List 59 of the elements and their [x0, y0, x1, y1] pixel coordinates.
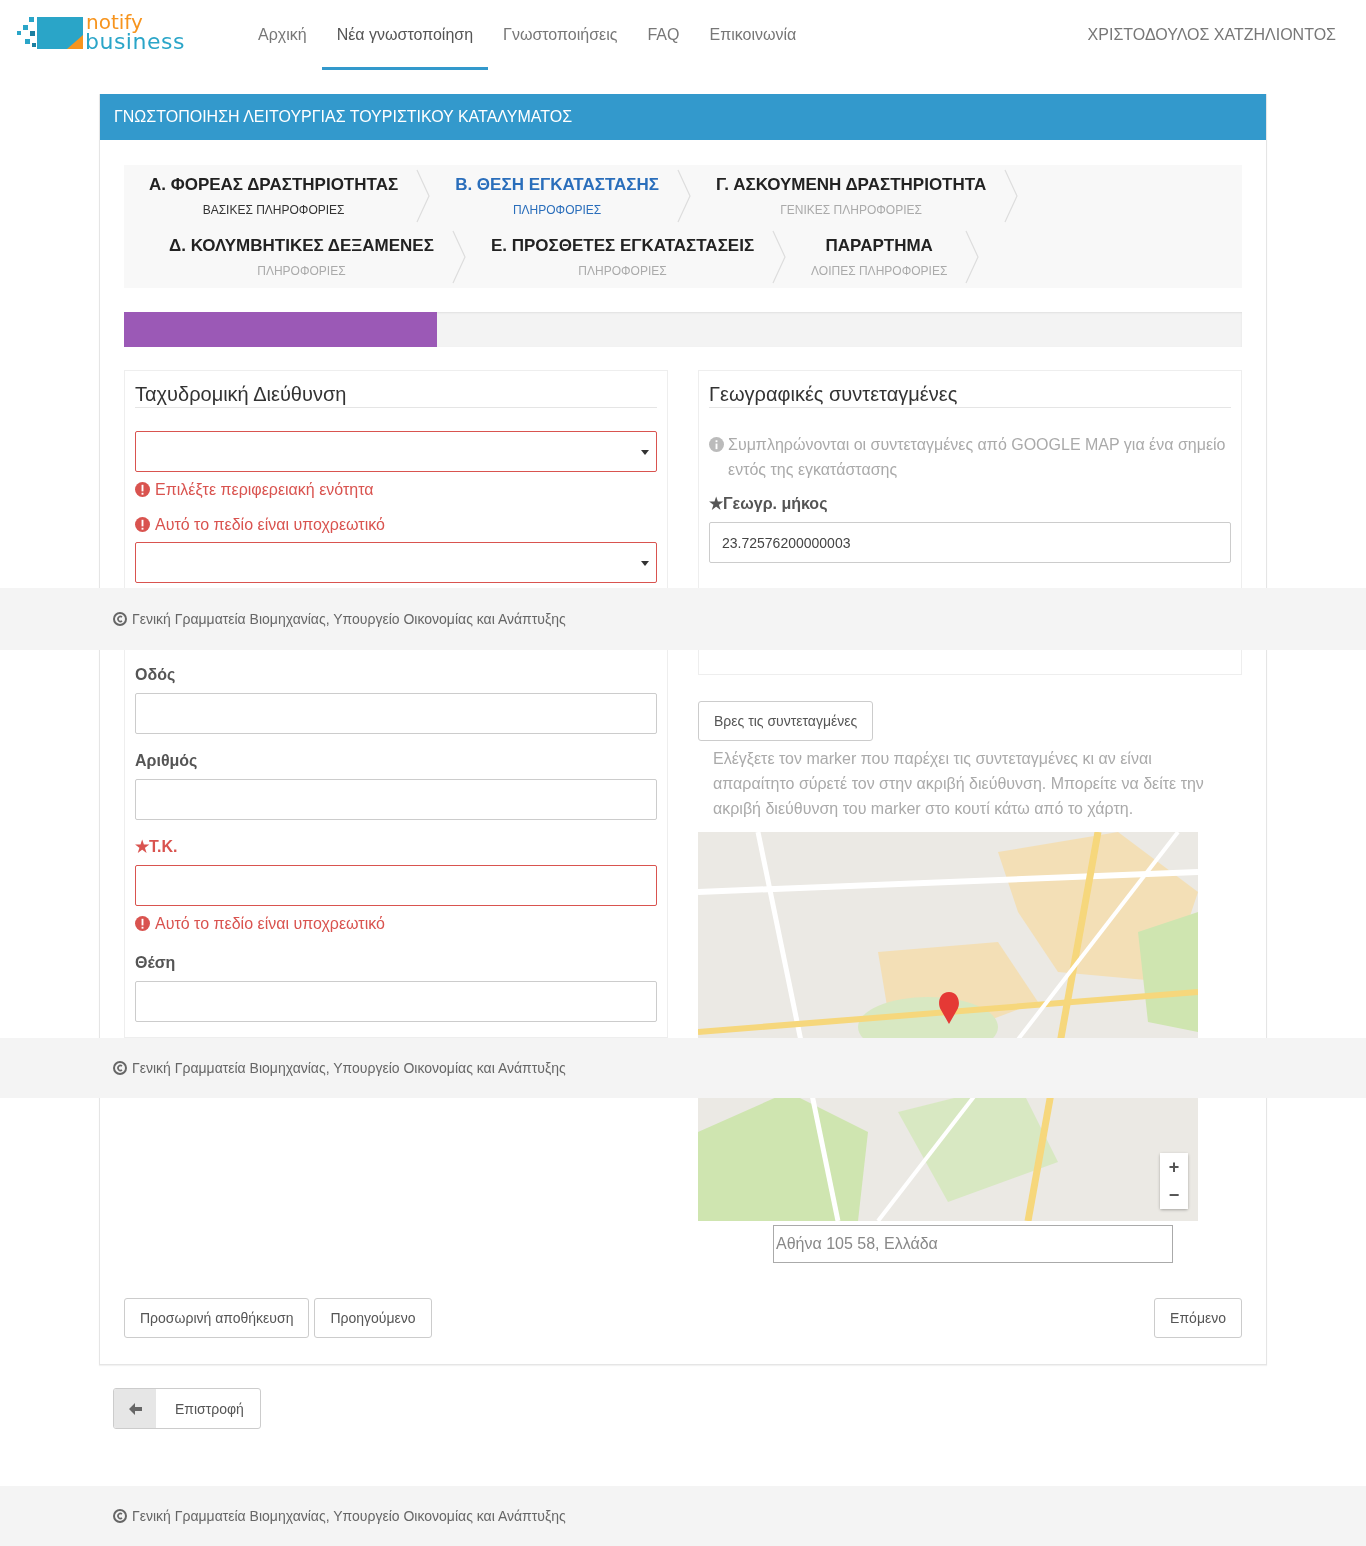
- action-button[interactable]: Προηγούμενο: [314, 1298, 432, 1338]
- nav-link[interactable]: Γνωστοποιήσεις: [488, 0, 633, 70]
- section-title: Ταχυδρομική Διεύθυνση: [135, 371, 657, 408]
- chevron-icon: [451, 229, 466, 284]
- step-tab[interactable]: ΠΑΡΑΡΤΗΜΑ ΛΟΙΠΕΣ ΠΛΗΡΟΦΟΡΙΕΣ: [786, 235, 966, 278]
- field-label: Αριθμός: [135, 751, 199, 771]
- chevron-icon: [416, 168, 431, 223]
- alert-icon: [135, 482, 150, 497]
- select-field[interactable]: [135, 431, 657, 472]
- zoom-in-button[interactable]: +: [1160, 1153, 1188, 1181]
- copyright-text: Γενική Γραμματεία Βιομηχανίας, Υπουργείο Οικονομίας και Ανάπτυξης: [132, 1508, 566, 1524]
- copyright-icon: [113, 1061, 127, 1075]
- chevron-icon: [1004, 168, 1019, 223]
- copyright-text: Γενική Γραμματεία Βιομηχανίας, Υπουργείο Οικονομίας και Ανάπτυξης: [132, 1060, 566, 1076]
- step-tab[interactable]: Γ. ΑΣΚΟΥΜΕΝΗ ΔΡΑΣΤΗΡΙΟΤΗΤΑ ΓΕΝΙΚΕΣ ΠΛΗΡΟΦΟΡΙΕΣ: [691, 174, 1005, 217]
- find-coordinates-button[interactable]: Βρες τις συντεταγμένες: [698, 701, 874, 741]
- chevron-icon: [772, 229, 787, 284]
- address-field[interactable]: Αθήνα 105 58, Ελλάδα: [773, 1225, 1173, 1263]
- input-field[interactable]: [135, 693, 657, 734]
- input-field[interactable]: [135, 865, 657, 906]
- field-label: Οδός: [135, 665, 177, 685]
- copyright-icon: [113, 612, 127, 626]
- select-field[interactable]: [135, 542, 657, 583]
- user-name[interactable]: ΧΡΙΣΤΟΔΟΥΛΟΣ ΧΑΤΖΗΛΙΟΝΤΟΣ: [1087, 26, 1336, 44]
- action-button[interactable]: Προσωρινή αποθήκευση: [124, 1298, 310, 1338]
- nav-link[interactable]: FAQ: [632, 0, 695, 70]
- nav-link[interactable]: Αρχική: [243, 0, 322, 70]
- zoom-out-button[interactable]: −: [1160, 1181, 1188, 1209]
- info-text: Συμπληρώνονται οι συντεταγμένες από GOOGLE MAP για ένα σημείο εντός της εγκατάστασης: [728, 435, 1227, 480]
- field-label: Θέση: [135, 953, 177, 973]
- error-message: Επιλέξτε περιφερειακή ενότητα: [155, 480, 374, 499]
- error-message: Αυτό το πεδίο είναι υποχρεωτικό: [155, 515, 385, 534]
- nav-link[interactable]: Νέα γνωστοποίηση: [321, 0, 489, 70]
- panel-title: ΓΝΩΣΤΟΠΟΙΗΣΗ ΛΕΙΤΟΥΡΓΙΑΣ ΤΟΥΡΙΣΤΙΚΟΥ ΚΑΤΑΛΥΜΑΤΟΣ: [100, 94, 1266, 140]
- input-field[interactable]: [135, 779, 657, 820]
- chevron-icon: [677, 168, 691, 223]
- error-message: Αυτό το πεδίο είναι υποχρεωτικό: [155, 914, 385, 933]
- caret-icon: [641, 450, 649, 455]
- chevron-icon: [965, 229, 980, 284]
- copyright-text: Γενική Γραμματεία Βιομηχανίας, Υπουργείο Οικονομίας και Ανάπτυξης: [132, 611, 566, 627]
- step-tab[interactable]: Β. ΘΕΣΗ ΕΓΚΑΤΑΣΤΑΣΗΣ ΠΛΗΡΟΦΟΡΙΕΣ: [430, 174, 677, 217]
- step-tab[interactable]: Δ. ΚΟΛΥΜΒΗΤΙΚΕΣ ΔΕΞΑΜΕΝΕΣ ΠΛΗΡΟΦΟΡΙΕΣ: [124, 235, 452, 278]
- caret-icon: [641, 561, 649, 566]
- field-label: ★Γεωγρ. μήκος: [709, 494, 829, 514]
- step-tab[interactable]: Α. ΦΟΡΕΑΣ ΔΡΑΣΤΗΡΙΟΤΗΤΑΣ ΒΑΣΙΚΕΣ ΠΛΗΡΟΦΟΡΙΕΣ: [124, 174, 417, 217]
- input-field[interactable]: [135, 981, 657, 1022]
- arrow-left-icon: [128, 1402, 142, 1415]
- alert-icon: [135, 517, 150, 532]
- input-field[interactable]: 23.72576200000003: [709, 522, 1231, 563]
- nav-link[interactable]: Επικοινωνία: [694, 0, 812, 70]
- step-tab[interactable]: Ε. ΠΡΟΣΘΕΤΕΣ ΕΓΚΑΤΑΣΤΑΣΕΙΣ ΠΛΗΡΟΦΟΡΙΕΣ: [465, 235, 773, 278]
- help-text: Ελέγξετε τον marker που παρέχει τις συντεταγμένες κι αν είναι απαραίτητο σύρετέ τον στην ακριβή διεύθυνση. Μπορείτε να δείτε την ακριβή διεύθυνση του marker στο κουτί κάτω από το χάρτη.: [712, 749, 1205, 819]
- alert-icon: [135, 916, 150, 931]
- info-icon: [709, 437, 724, 452]
- field-label: ★Τ.Κ.: [135, 837, 179, 857]
- section-title: Γεωγραφικές συντεταγμένες: [709, 371, 1231, 408]
- next-button[interactable]: Επόμενο: [1154, 1298, 1242, 1338]
- back-button[interactable]: Επιστροφή: [113, 1388, 261, 1429]
- copyright-icon: [113, 1509, 127, 1523]
